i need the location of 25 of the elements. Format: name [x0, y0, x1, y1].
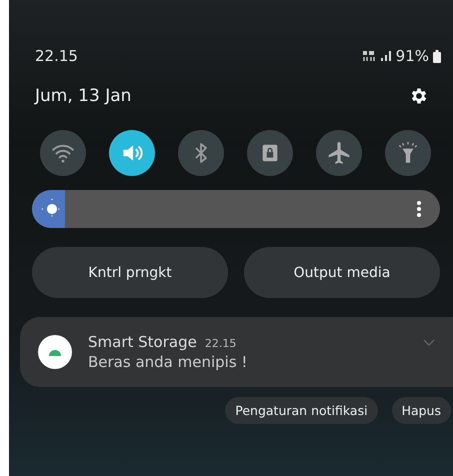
clock: 22.15: [35, 47, 78, 65]
panel-button[interactable]: Kntrl prngkt: [32, 247, 228, 298]
wifi-toggle[interactable]: [40, 130, 86, 176]
panel-button[interactable]: Output media: [244, 247, 440, 298]
date: Jum, 13 Jan: [35, 86, 132, 106]
battery-icon: [433, 50, 441, 62]
notification-time: 22.15: [204, 337, 236, 350]
notification-message: Beras anda menipis !: [88, 353, 248, 371]
lock-toggle[interactable]: [247, 130, 293, 176]
more-icon[interactable]: [416, 200, 422, 218]
app-icon: [38, 335, 72, 369]
battery-percent: 91%: [396, 47, 429, 65]
signal-icon: [380, 50, 392, 62]
bluetooth-toggle[interactable]: [178, 130, 224, 176]
airplane-toggle[interactable]: [316, 130, 362, 176]
notification-card[interactable]: Smart Storage 22.15 Beras anda menipis !: [20, 317, 453, 387]
notification-app: Smart Storage: [88, 333, 197, 351]
sound-toggle[interactable]: [109, 130, 155, 176]
flashlight-toggle[interactable]: [385, 130, 431, 176]
network-icon: [362, 50, 376, 62]
airplane-icon: [326, 140, 352, 166]
brightness-slider[interactable]: [32, 190, 440, 228]
action-button[interactable]: Pengaturan notifikasi: [225, 397, 378, 424]
settings-icon[interactable]: [409, 86, 429, 106]
action-button[interactable]: Hapus: [392, 397, 451, 424]
